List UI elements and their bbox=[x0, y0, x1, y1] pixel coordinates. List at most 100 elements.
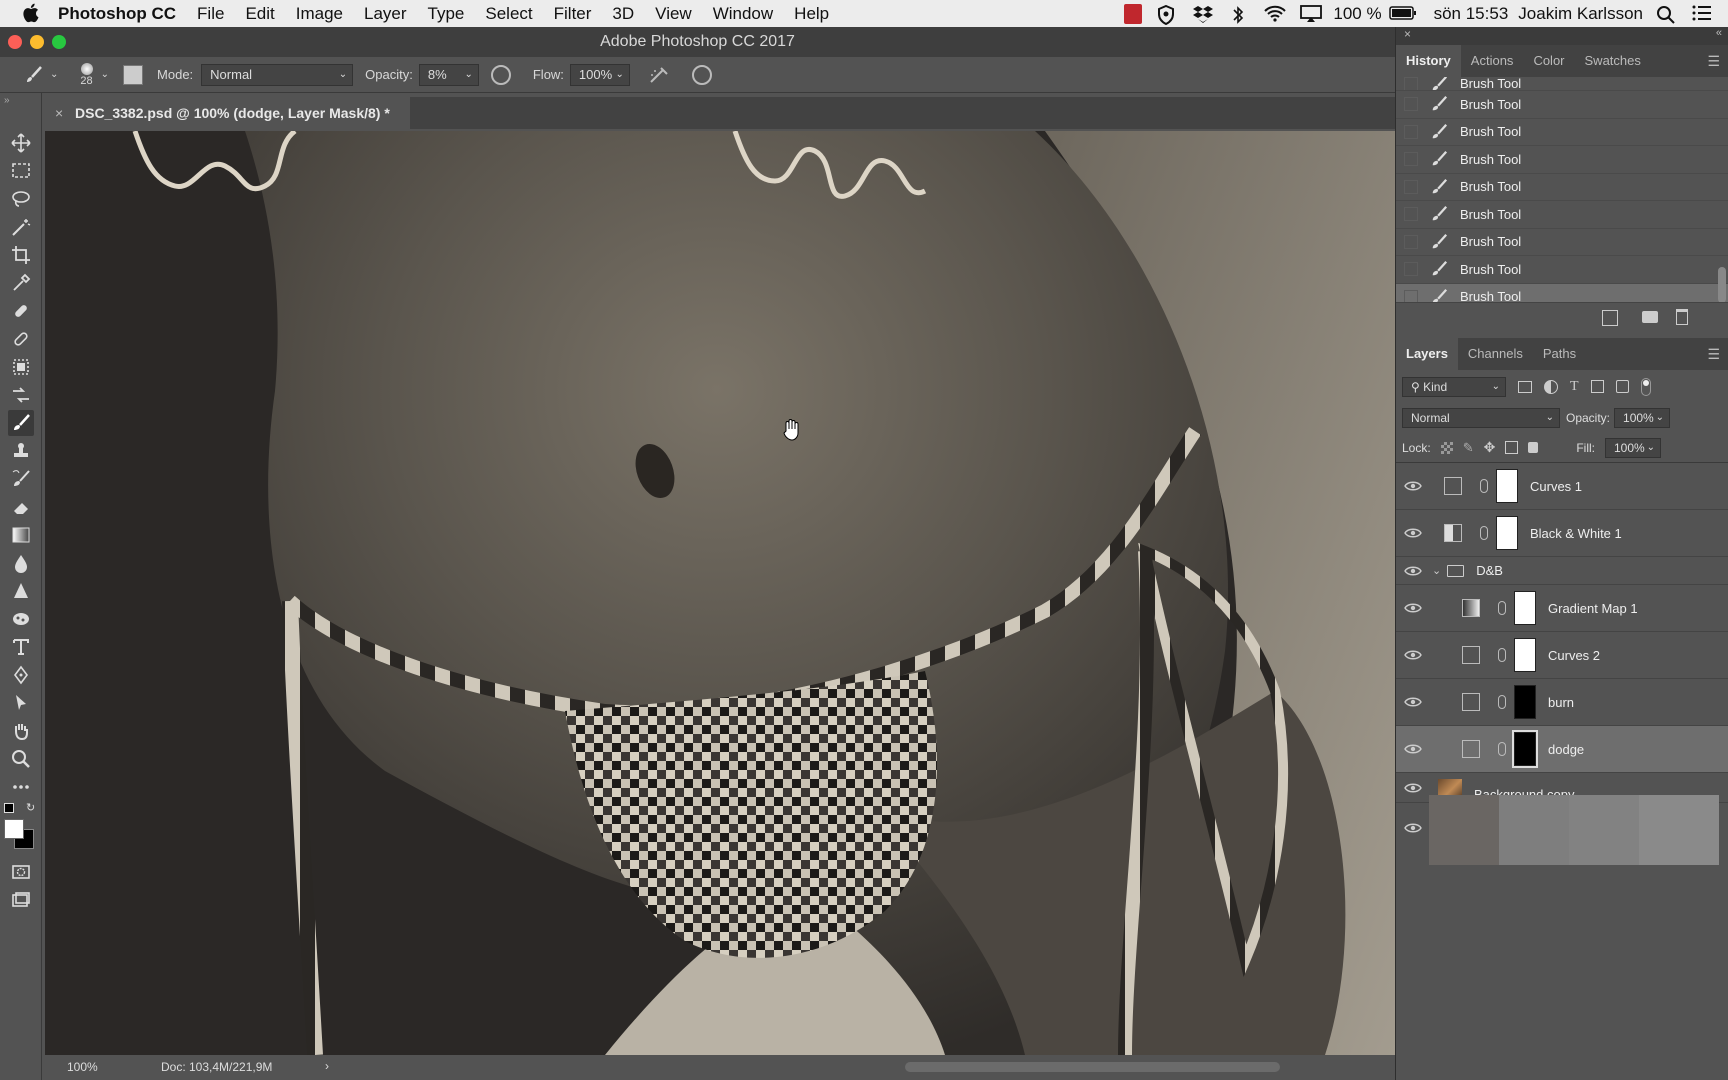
history-item[interactable]: Brush Tool bbox=[1396, 77, 1728, 91]
history-source-checkbox[interactable] bbox=[1404, 289, 1418, 302]
tab-channels[interactable]: Channels bbox=[1458, 338, 1533, 370]
airplay-icon[interactable] bbox=[1300, 4, 1323, 23]
content-aware-move-tool-icon[interactable] bbox=[8, 354, 34, 380]
zoom-tool-icon[interactable] bbox=[8, 746, 34, 772]
menu-image[interactable]: Image bbox=[296, 4, 343, 24]
filter-type-icon[interactable]: T bbox=[1570, 379, 1579, 395]
quick-mask-icon[interactable] bbox=[8, 859, 34, 885]
panel-menu-icon[interactable]: ☰ bbox=[1707, 346, 1720, 363]
wifi-icon[interactable] bbox=[1264, 5, 1287, 23]
menu-view[interactable]: View bbox=[655, 4, 692, 24]
close-window-button[interactable] bbox=[8, 35, 22, 49]
shield-icon[interactable] bbox=[1156, 4, 1178, 25]
link-icon[interactable] bbox=[1498, 742, 1506, 756]
marquee-tool-icon[interactable] bbox=[8, 158, 34, 184]
link-icon[interactable] bbox=[1480, 526, 1488, 540]
layer-row[interactable]: Curves 2 bbox=[1396, 632, 1728, 679]
chevron-down-icon[interactable]: ⌄ bbox=[616, 65, 624, 85]
menu-file[interactable]: File bbox=[197, 4, 224, 24]
history-source-checkbox[interactable] bbox=[1404, 234, 1418, 249]
eye-icon[interactable] bbox=[1404, 649, 1422, 661]
layer-mask-thumbnail[interactable] bbox=[1496, 469, 1518, 503]
history-source-checkbox[interactable] bbox=[1404, 179, 1418, 194]
magic-wand-tool-icon[interactable] bbox=[8, 214, 34, 240]
healing-brush-tool-icon[interactable] bbox=[8, 298, 34, 324]
lock-transparent-icon[interactable] bbox=[1440, 441, 1453, 454]
menu-window[interactable]: Window bbox=[713, 4, 773, 24]
flow-field[interactable]: 100% ⌄ bbox=[569, 63, 630, 86]
layer-row[interactable]: burn bbox=[1396, 679, 1728, 726]
layer-row[interactable]: Black & White 1 bbox=[1396, 510, 1728, 557]
horizontal-scrollbar[interactable] bbox=[905, 1062, 1280, 1072]
brush-preset-dropdown-icon[interactable]: ⌄ bbox=[50, 69, 58, 80]
close-panel-icon[interactable]: × bbox=[1404, 27, 1411, 41]
link-icon[interactable] bbox=[1498, 601, 1506, 615]
patch-tool-icon[interactable] bbox=[8, 326, 34, 352]
trash-icon[interactable] bbox=[1676, 309, 1688, 325]
sponge-tool-icon[interactable] bbox=[8, 606, 34, 632]
lock-artboard-icon[interactable] bbox=[1505, 441, 1519, 454]
layer-mask-thumbnail[interactable] bbox=[1512, 730, 1538, 768]
eye-icon[interactable] bbox=[1404, 782, 1422, 794]
layer-name[interactable]: Black & White 1 bbox=[1530, 526, 1622, 541]
eye-icon[interactable] bbox=[1404, 565, 1422, 577]
layer-name[interactable]: Curves 1 bbox=[1530, 479, 1582, 494]
pen-tool-icon[interactable] bbox=[8, 662, 34, 688]
gradient-tool-icon[interactable] bbox=[8, 522, 34, 548]
foreground-color-swatch[interactable] bbox=[4, 819, 24, 839]
tab-paths[interactable]: Paths bbox=[1533, 338, 1586, 370]
blend-mode-select[interactable]: Normal ⌄ bbox=[1402, 408, 1560, 428]
history-item[interactable]: Brush Tool bbox=[1396, 174, 1728, 201]
tab-color[interactable]: Color bbox=[1523, 45, 1574, 77]
notification-center-icon[interactable] bbox=[1692, 5, 1714, 23]
fill-field[interactable]: 100% ⌄ bbox=[1605, 437, 1661, 458]
layer-name[interactable]: D&B bbox=[1476, 563, 1503, 578]
brush-preset-icon[interactable] bbox=[24, 65, 44, 85]
history-scrollbar[interactable] bbox=[1718, 267, 1726, 302]
filter-pixel-icon[interactable] bbox=[1518, 380, 1532, 393]
menu-layer[interactable]: Layer bbox=[364, 4, 407, 24]
layer-mask-thumbnail[interactable] bbox=[1514, 685, 1536, 719]
filter-smart-object-icon[interactable] bbox=[1615, 380, 1629, 393]
panel-menu-icon[interactable]: ☰ bbox=[1707, 53, 1720, 70]
history-source-checkbox[interactable] bbox=[1404, 262, 1418, 277]
swap-colors-icon[interactable]: ↻ bbox=[26, 801, 35, 814]
layer-filter-select[interactable]: ⚲ Kind ⌄ bbox=[1402, 376, 1506, 397]
eye-icon[interactable] bbox=[1404, 480, 1422, 492]
menu-filter[interactable]: Filter bbox=[554, 4, 592, 24]
bluetooth-icon[interactable] bbox=[1228, 5, 1250, 24]
history-brush-tool-icon[interactable] bbox=[8, 466, 34, 492]
tab-history[interactable]: History bbox=[1396, 45, 1461, 77]
brush-size-dropdown-icon[interactable]: ⌄ bbox=[101, 69, 109, 80]
layer-name[interactable]: Curves 2 bbox=[1548, 648, 1600, 663]
history-source-checkbox[interactable] bbox=[1404, 97, 1418, 112]
eye-icon[interactable] bbox=[1404, 821, 1422, 833]
minimize-window-button[interactable] bbox=[30, 35, 44, 49]
move-tool-icon[interactable] bbox=[8, 130, 34, 156]
history-item[interactable]: Brush Tool bbox=[1396, 119, 1728, 146]
lasso-tool-icon[interactable] bbox=[8, 186, 34, 212]
clone-stamp-tool-icon[interactable] bbox=[8, 438, 34, 464]
menu-type[interactable]: Type bbox=[428, 4, 465, 24]
airbrush-icon[interactable] bbox=[648, 65, 670, 85]
filter-adjustment-icon[interactable] bbox=[1544, 379, 1558, 394]
collapse-panel-icon[interactable]: « bbox=[1716, 27, 1722, 39]
eraser-tool-icon[interactable] bbox=[8, 494, 34, 520]
layer-row[interactable]: Curves 1 bbox=[1396, 463, 1728, 510]
lock-all-icon[interactable] bbox=[1528, 442, 1539, 453]
brush-size-picker[interactable]: 28 bbox=[80, 62, 93, 87]
layer-name[interactable]: dodge bbox=[1548, 742, 1584, 757]
status-menu-arrow-icon[interactable]: › bbox=[325, 1059, 329, 1073]
red-eye-tool-icon[interactable] bbox=[8, 382, 34, 408]
menu-3d[interactable]: 3D bbox=[612, 4, 634, 24]
link-icon[interactable] bbox=[1498, 648, 1506, 662]
chevron-down-icon[interactable]: ⌄ bbox=[1647, 439, 1655, 457]
clock[interactable]: sön 15:53 bbox=[1434, 4, 1509, 24]
tab-swatches[interactable]: Swatches bbox=[1575, 45, 1651, 77]
path-selection-tool-icon[interactable] bbox=[8, 690, 34, 716]
crop-tool-icon[interactable] bbox=[8, 242, 34, 268]
eye-icon[interactable] bbox=[1404, 743, 1422, 755]
app-menu[interactable]: Photoshop CC bbox=[58, 4, 176, 24]
history-source-checkbox[interactable] bbox=[1404, 207, 1418, 222]
layer-mask-thumbnail[interactable] bbox=[1514, 591, 1536, 625]
